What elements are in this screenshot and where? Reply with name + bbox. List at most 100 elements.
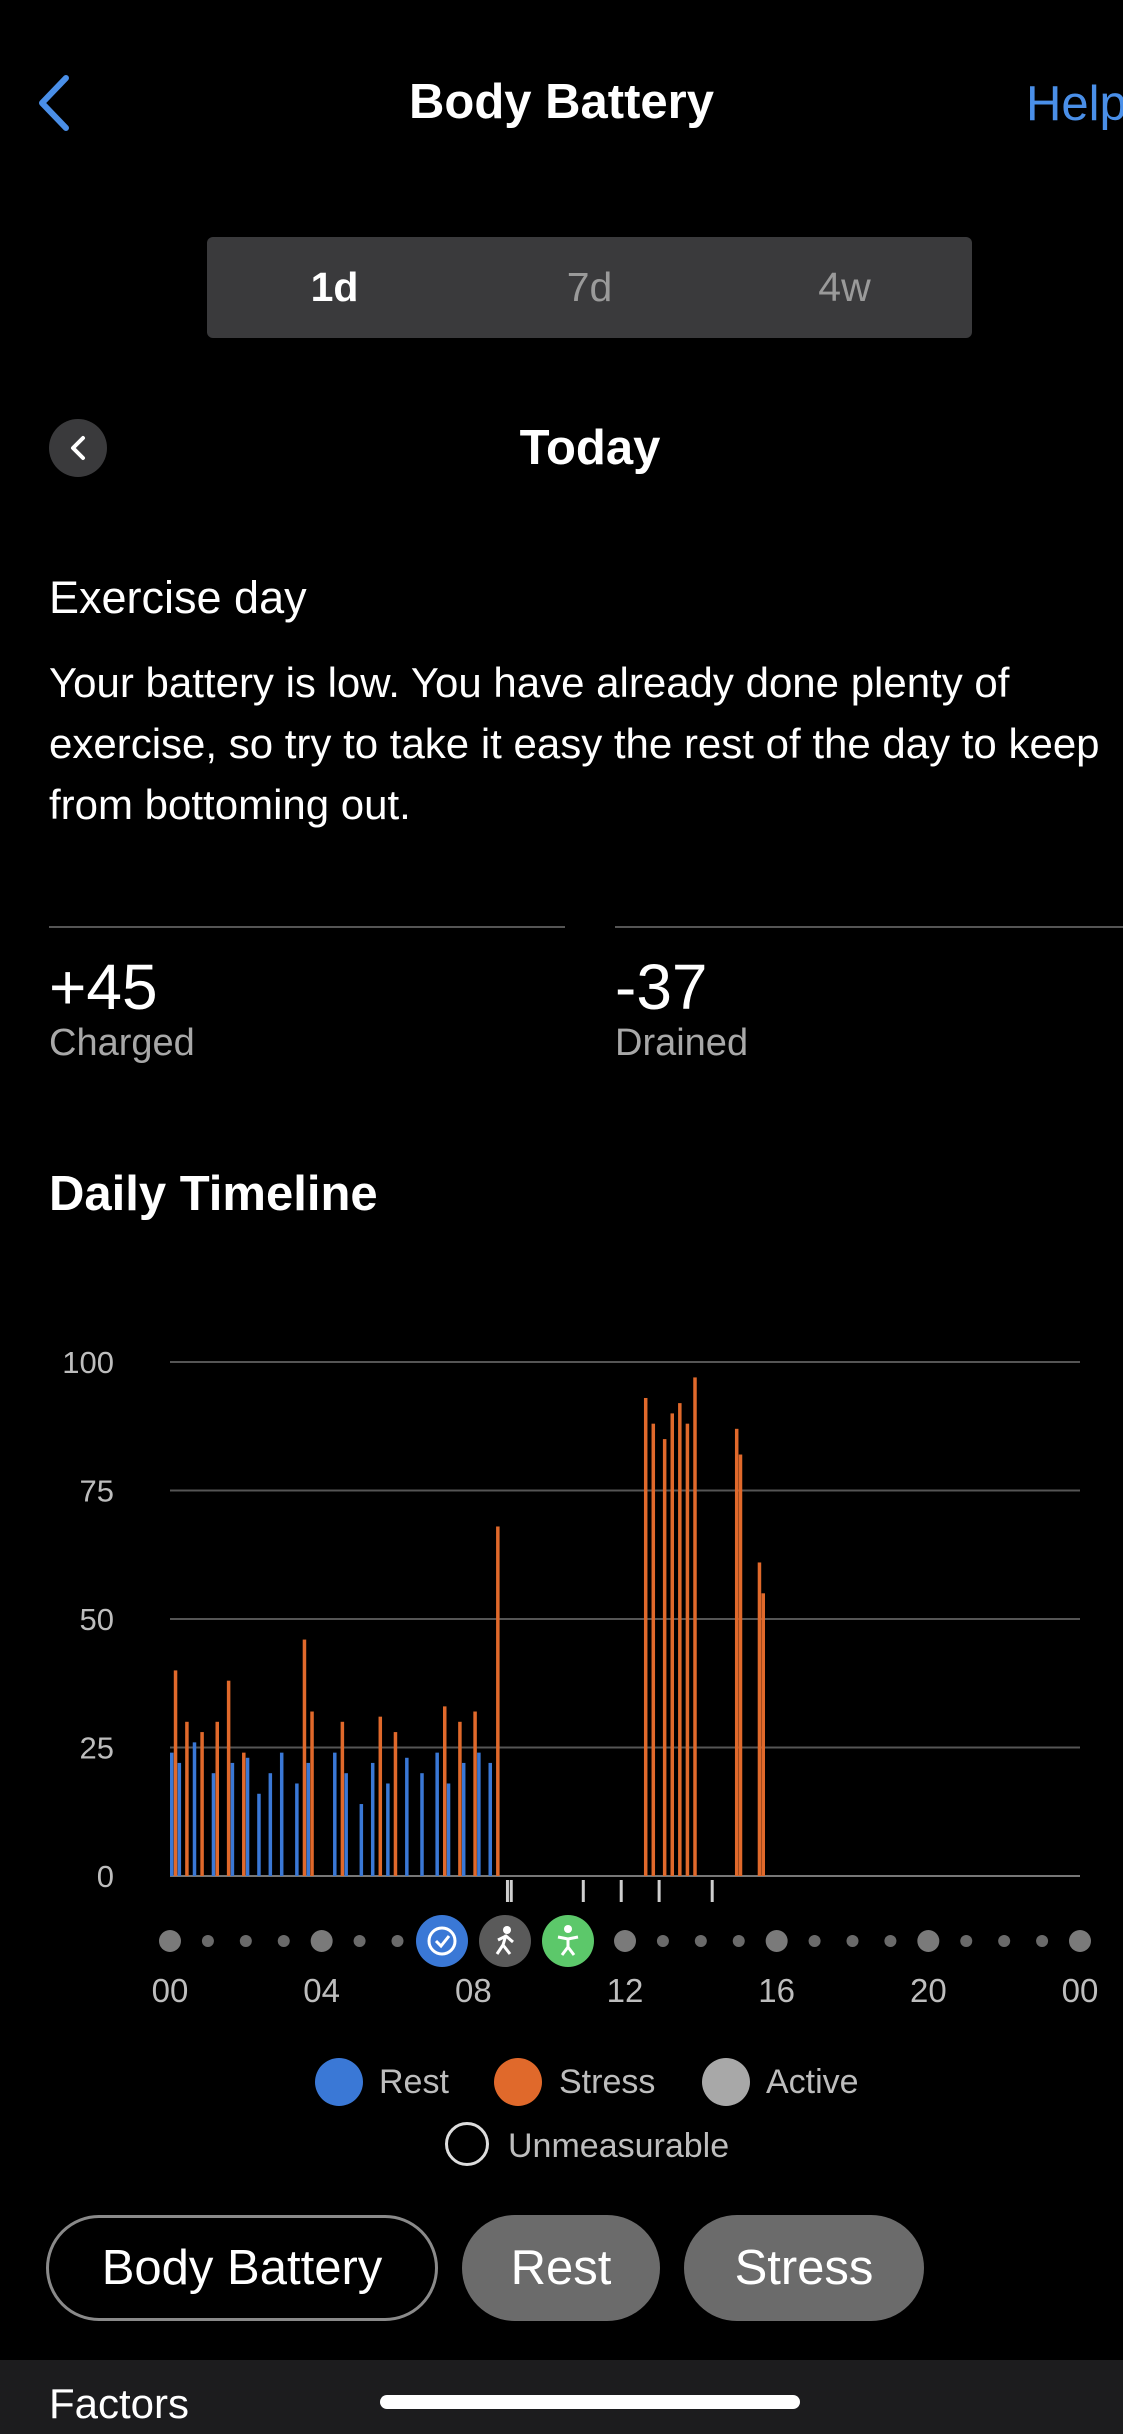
- rest-bar: [295, 1783, 299, 1876]
- hour-dot: [1069, 1930, 1091, 1952]
- period-segmented-control: 1d 7d 4w: [207, 237, 972, 338]
- sleep-activity-icon[interactable]: [416, 1915, 468, 1967]
- stress-bar: [643, 1397, 648, 1876]
- rest-filter-button[interactable]: Rest: [462, 2215, 660, 2321]
- hour-dot: [732, 1935, 745, 1947]
- stress-bar: [458, 1721, 462, 1876]
- body-battery-filter-button[interactable]: Body Battery: [46, 2215, 438, 2321]
- chart-bars: [170, 1377, 765, 1876]
- x-tick-label: 16: [758, 1972, 795, 2009]
- stress-bar: [473, 1711, 477, 1876]
- rest-bar: [211, 1773, 216, 1876]
- stress-bar: [302, 1639, 307, 1876]
- y-tick-label: 0: [97, 1859, 114, 1894]
- factors-heading: Factors: [49, 2380, 190, 2427]
- rest-bar: [359, 1804, 364, 1876]
- stress-bar: [693, 1377, 697, 1876]
- legend-active-swatch: [702, 2058, 750, 2106]
- stress-bar: [378, 1716, 383, 1876]
- stress-bar: [685, 1423, 690, 1876]
- rest-bar: [435, 1752, 439, 1876]
- stress-bar: [761, 1593, 765, 1876]
- stress-filter-button[interactable]: Stress: [684, 2215, 924, 2321]
- chart-event-marks: [505, 1880, 714, 1902]
- stress-bar: [393, 1732, 398, 1876]
- rest-bar: [405, 1757, 409, 1876]
- stress-bar: [738, 1454, 743, 1876]
- stress-bar: [734, 1428, 739, 1876]
- x-tick-label: 00: [1062, 1972, 1099, 2009]
- x-tick-label: 00: [152, 1972, 189, 2009]
- timeline-title: Daily Timeline: [49, 1167, 378, 1221]
- hour-dot: [917, 1930, 940, 1952]
- rest-bar: [446, 1783, 451, 1876]
- stress-bar: [678, 1403, 682, 1876]
- hour-dot: [884, 1935, 897, 1947]
- legend-unmeasurable-swatch: [445, 2122, 489, 2166]
- stress-bar: [496, 1526, 500, 1876]
- stress-bar: [443, 1706, 447, 1876]
- rest-bar: [488, 1762, 492, 1876]
- rest-bar: [245, 1757, 250, 1876]
- x-axis-labels: 00 04 08 12 16 20 00: [152, 1972, 1099, 2009]
- hour-dot: [614, 1930, 636, 1952]
- status-description: Your battery is low. You have already do…: [49, 659, 1100, 828]
- hour-dot: [656, 1935, 669, 1947]
- rest-bar: [333, 1752, 337, 1876]
- hour-dot: [808, 1935, 821, 1947]
- y-tick-label: 75: [80, 1474, 114, 1509]
- tab-1d[interactable]: 1d: [207, 237, 462, 338]
- y-axis-labels: 100 75 50 25 0: [62, 1345, 114, 1894]
- legend-stress-swatch: [494, 2058, 542, 2106]
- tab-4w[interactable]: 4w: [717, 237, 972, 338]
- hour-dot: [159, 1930, 181, 1952]
- rest-bar: [192, 1742, 197, 1876]
- stress-bar: [200, 1732, 204, 1876]
- stress-bar: [215, 1721, 219, 1876]
- rest-bar: [177, 1762, 182, 1876]
- rest-bar: [477, 1752, 481, 1876]
- rest-bar: [257, 1793, 261, 1876]
- hour-dot: [201, 1935, 214, 1947]
- hour-dot: [846, 1935, 859, 1947]
- walk-activity-icon[interactable]: [479, 1915, 531, 1967]
- stress-bar: [757, 1562, 762, 1876]
- x-tick-label: 04: [303, 1972, 340, 2009]
- charged-label: Charged: [49, 1022, 195, 1064]
- hour-dot: [1036, 1935, 1049, 1947]
- hour-dot: [310, 1930, 333, 1952]
- stress-bar: [173, 1670, 178, 1876]
- hour-dot: [694, 1935, 707, 1947]
- rest-bar: [230, 1762, 235, 1876]
- tab-7d[interactable]: 7d: [462, 237, 717, 338]
- timeline-hour-dots: [159, 1930, 1091, 1952]
- stress-bar: [185, 1721, 189, 1876]
- workout-activity-icon[interactable]: [542, 1915, 594, 1967]
- hour-dot: [391, 1935, 404, 1947]
- y-tick-label: 50: [80, 1602, 114, 1637]
- divider: [615, 926, 1123, 928]
- status-title: Exercise day: [49, 572, 307, 623]
- help-link[interactable]: Help: [1026, 76, 1123, 132]
- hour-dot: [765, 1930, 788, 1952]
- rest-bar: [170, 1752, 174, 1876]
- home-indicator: [380, 2395, 800, 2409]
- rest-bar: [386, 1783, 390, 1876]
- divider: [49, 926, 565, 928]
- rest-bar: [279, 1752, 284, 1876]
- rest-bar: [370, 1762, 375, 1876]
- x-tick-label: 20: [910, 1972, 947, 2009]
- stress-bar: [670, 1413, 674, 1876]
- legend-rest-swatch: [315, 2058, 363, 2106]
- body-battery-chart: 100 75 50 25 0 00 04 08 12 16 20 00: [62, 1345, 1099, 2009]
- rest-bar: [268, 1773, 273, 1876]
- stress-bar: [242, 1752, 246, 1876]
- stress-bar: [310, 1711, 314, 1876]
- drained-value: -37: [615, 951, 708, 1023]
- page-title: Body Battery: [409, 75, 714, 129]
- hour-dot: [960, 1935, 973, 1947]
- y-tick-label: 25: [80, 1731, 114, 1766]
- rest-bar: [344, 1773, 348, 1876]
- drained-label: Drained: [615, 1022, 749, 1064]
- legend-unmeasurable-label: Unmeasurable: [508, 2127, 730, 2165]
